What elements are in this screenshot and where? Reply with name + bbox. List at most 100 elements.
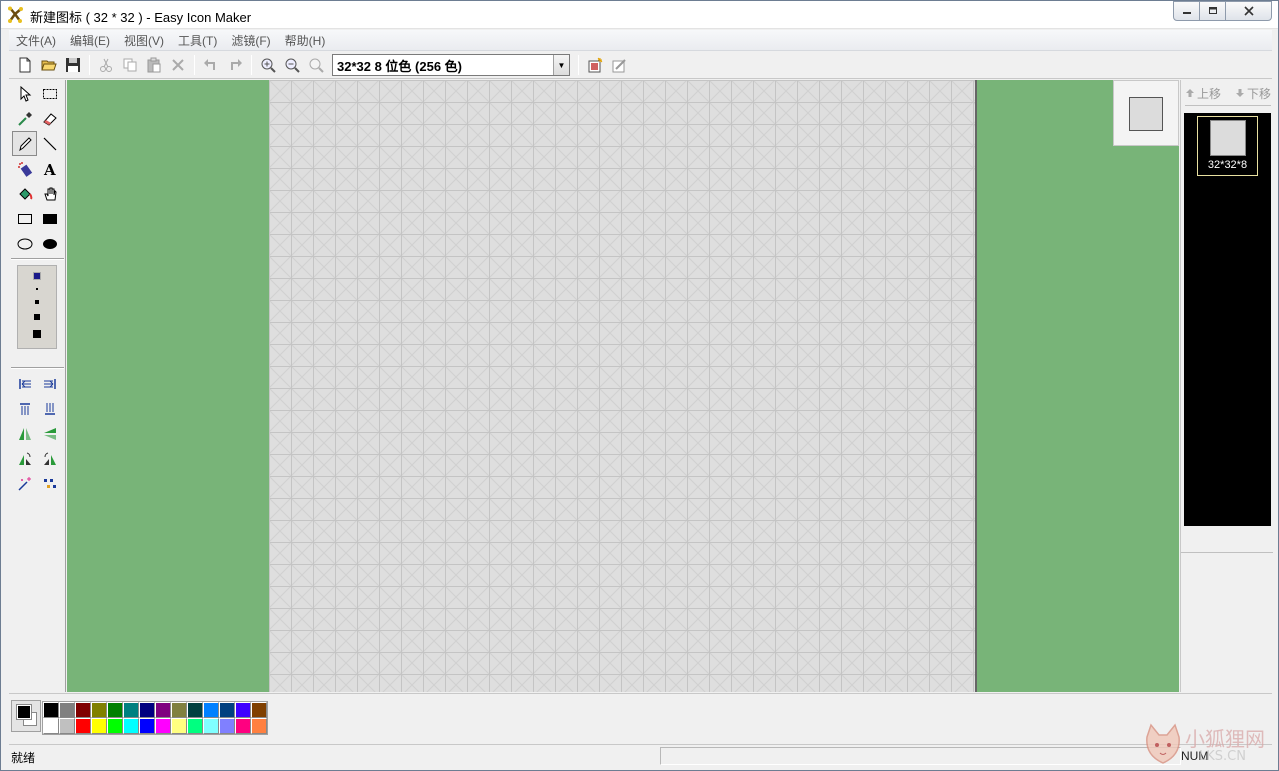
copy-button[interactable] (118, 53, 142, 77)
color-swatch[interactable] (75, 718, 91, 734)
menu-view[interactable]: 视图(V) (117, 32, 171, 49)
shift-right-tool[interactable] (37, 371, 62, 396)
fill-tool[interactable] (12, 181, 37, 206)
brush-size-selector[interactable] (17, 265, 57, 349)
eraser-tool[interactable] (37, 106, 62, 131)
color-swatches (42, 701, 268, 735)
foreground-color[interactable] (16, 704, 32, 720)
ellipse-tool[interactable] (12, 231, 37, 256)
brush-size-2[interactable] (36, 288, 38, 290)
filled-rectangle-tool[interactable] (37, 206, 62, 231)
color-swatch[interactable] (59, 702, 75, 718)
zoom-out-button[interactable] (280, 53, 304, 77)
undo-button[interactable] (199, 53, 223, 77)
select-arrow-tool[interactable] (12, 81, 37, 106)
color-swatch[interactable] (155, 718, 171, 734)
hand-icon (43, 187, 57, 200)
flip-horizontal-tool[interactable] (12, 421, 37, 446)
line-tool[interactable] (37, 131, 62, 156)
color-swatch[interactable] (107, 702, 123, 718)
pixel-effect-tool[interactable] (37, 471, 62, 496)
color-swatch[interactable] (43, 718, 59, 734)
color-swatch[interactable] (187, 702, 203, 718)
spray-tool[interactable] (12, 156, 37, 181)
eyedropper-tool[interactable] (12, 106, 37, 131)
num-lock-indicator: NUM (1181, 749, 1209, 763)
move-up-button[interactable]: 上移 (1185, 83, 1221, 103)
shift-down-tool[interactable] (37, 396, 62, 421)
icon-format-entry[interactable]: 32*32*8 (1197, 116, 1258, 176)
zoom-reset-button[interactable] (304, 53, 328, 77)
ellipse-filled-icon (42, 238, 57, 249)
color-swatch[interactable] (187, 718, 203, 734)
pencil-tool[interactable] (12, 131, 37, 156)
rotate-left-tool[interactable] (12, 446, 37, 471)
color-swatch[interactable] (219, 702, 235, 718)
color-swatch[interactable] (107, 718, 123, 734)
move-down-button[interactable]: 下移 (1235, 83, 1271, 103)
color-swatch[interactable] (155, 702, 171, 718)
color-swatch[interactable] (139, 718, 155, 734)
shift-up-tool[interactable] (12, 396, 37, 421)
color-swatch[interactable] (91, 718, 107, 734)
color-swatch[interactable] (171, 718, 187, 734)
brush-size-5[interactable] (33, 330, 41, 338)
open-button[interactable] (37, 53, 61, 77)
save-button[interactable] (61, 53, 85, 77)
brush-size-3[interactable] (35, 300, 39, 304)
menu-tools[interactable]: 工具(T) (171, 32, 224, 49)
color-swatch[interactable] (123, 718, 139, 734)
color-swatch[interactable] (123, 702, 139, 718)
rectangle-tool[interactable] (12, 206, 37, 231)
redo-button[interactable] (223, 53, 247, 77)
text-tool[interactable]: A (37, 156, 62, 181)
delete-format-button[interactable] (607, 53, 631, 77)
menu-filter[interactable]: 滤镜(F) (224, 32, 277, 49)
brush-size-1[interactable] (33, 272, 41, 280)
shift-left-icon (18, 378, 31, 389)
menu-edit[interactable]: 编辑(E) (63, 32, 117, 49)
new-button[interactable] (13, 53, 37, 77)
paste-button[interactable] (142, 53, 166, 77)
pencil-icon (18, 136, 32, 151)
rotate-right-tool[interactable] (37, 446, 62, 471)
current-colors[interactable] (11, 700, 41, 732)
color-swatch[interactable] (251, 718, 267, 734)
new-format-button[interactable] (583, 53, 607, 77)
chevron-down-icon[interactable]: ▼ (553, 55, 569, 75)
menu-file[interactable]: 文件(A) (9, 32, 63, 49)
color-swatch[interactable] (43, 702, 59, 718)
cut-button[interactable] (94, 53, 118, 77)
maximize-button[interactable] (1199, 1, 1226, 21)
rect-select-tool[interactable] (37, 81, 62, 106)
flip-horizontal-icon (18, 427, 31, 440)
zoom-in-button[interactable] (256, 53, 280, 77)
color-swatch[interactable] (91, 702, 107, 718)
icon-format-select[interactable]: 32*32 8 位色 (256 色) ▼ (332, 54, 570, 76)
color-swatch[interactable] (59, 718, 75, 734)
pixel-canvas[interactable] (269, 80, 977, 692)
magic-effect-tool[interactable] (12, 471, 37, 496)
flip-vertical-tool[interactable] (37, 421, 62, 446)
color-swatch[interactable] (171, 702, 187, 718)
hand-tool[interactable] (37, 181, 62, 206)
color-swatch[interactable] (251, 702, 267, 718)
minimize-button[interactable] (1173, 1, 1200, 21)
color-swatch[interactable] (203, 702, 219, 718)
close-button[interactable] (1225, 1, 1272, 21)
filled-ellipse-tool[interactable] (37, 231, 62, 256)
shift-left-tool[interactable] (12, 371, 37, 396)
menu-help[interactable]: 帮助(H) (278, 32, 333, 49)
color-swatch[interactable] (235, 702, 251, 718)
delete-button[interactable] (166, 53, 190, 77)
pixel-scatter-icon (43, 478, 56, 488)
color-swatch[interactable] (235, 718, 251, 734)
spray-can-icon (17, 161, 32, 177)
color-swatch[interactable] (219, 718, 235, 734)
brush-size-4[interactable] (34, 314, 40, 320)
color-swatch[interactable] (75, 702, 91, 718)
eyedropper-icon (17, 111, 32, 126)
color-swatch[interactable] (203, 718, 219, 734)
color-swatch[interactable] (139, 702, 155, 718)
title-bar: 新建图标 ( 32 * 32 ) - Easy Icon Maker (1, 1, 1278, 29)
